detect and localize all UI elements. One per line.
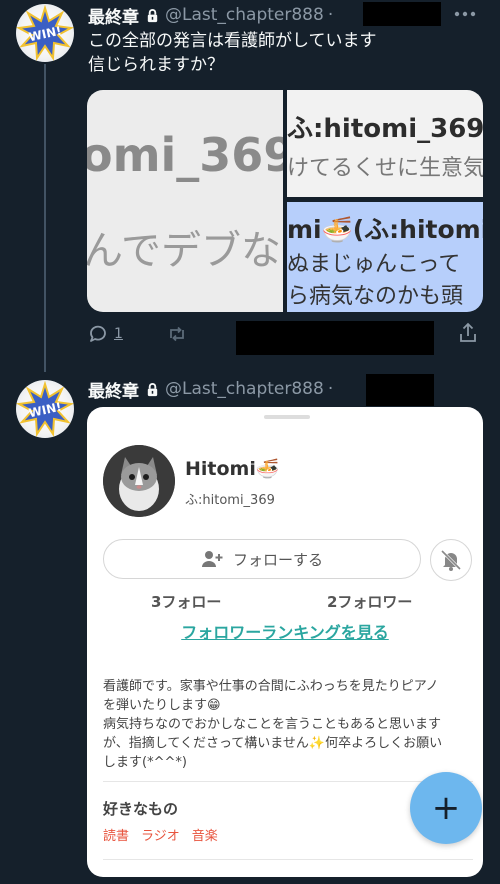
follow-button-label: フォローする <box>232 550 323 569</box>
tweet-text-line: この全部の発言は看護師がしています <box>88 31 377 51</box>
profile-bio: 看護師です。家事や仕事の合間にふわっちを見たりピアノ を弾いたりします😁 病気持… <box>103 677 473 772</box>
likes-tags: 読書 ラジオ 音楽 <box>103 825 230 844</box>
bio-line: 病気持ちなのでおかしなことを言うこともあると思います <box>103 717 442 732</box>
profile-screenshot-image[interactable]: Hitomi🍜 ふ:hitomi_369 フォローする 3フォロー 2フォロワー… <box>87 407 483 877</box>
user-handle[interactable]: @Last_chapter888 <box>165 379 324 399</box>
bio-line: が、指摘してくださって構いません✨何卒よろしくお願い <box>103 736 443 751</box>
like-tag[interactable]: 音楽 <box>192 825 218 844</box>
redaction-box <box>236 321 434 355</box>
followers-count[interactable]: 2フォロワー <box>327 591 412 612</box>
share-icon[interactable] <box>458 322 478 344</box>
media-image-1[interactable]: omi_369) んでデブなの <box>87 90 283 312</box>
retweet-button[interactable] <box>167 324 193 344</box>
user-avatar[interactable]: WIN! <box>16 380 74 438</box>
kitten-image <box>103 445 175 517</box>
bio-line: を弾いたりします😁 <box>103 698 221 713</box>
sheet-grabber <box>264 415 310 419</box>
redaction-box <box>366 374 434 406</box>
media-text: けてるくせに生意気 <box>287 156 483 181</box>
mute-notification-button[interactable] <box>430 539 472 581</box>
tweet-header: 最終章 @Last_chapter888 · <box>88 3 334 28</box>
media-text: ぬまじゅんこって <box>287 252 461 277</box>
reply-button[interactable]: 1 <box>88 324 123 344</box>
lock-icon <box>147 382 158 396</box>
tweet-media-grid[interactable]: omi_369) んでデブなの ふ:hitomi_369) けてるくせに生意気 … <box>87 90 483 312</box>
reply-icon <box>90 325 106 342</box>
profile-photo-kitten <box>103 445 175 517</box>
like-tag[interactable]: 読書 <box>103 825 129 844</box>
retweet-icon <box>170 326 184 342</box>
redaction-box <box>363 2 441 26</box>
media-text: omi_369) <box>87 128 283 182</box>
header-separator: · <box>327 379 334 399</box>
tweet-text: この全部の発言は看護師がしています 信じられますか？ <box>88 29 468 77</box>
profile-user-id: ふ:hitomi_369 <box>185 493 275 508</box>
media-text: ふ:hitomi_369) <box>287 114 483 144</box>
user-handle[interactable]: @Last_chapter888 <box>165 5 324 25</box>
media-text: mi🍜(ふ:hitomi_ <box>287 215 483 244</box>
win-burst-logo: WIN! <box>16 4 74 62</box>
reply-count: 1 <box>114 326 123 342</box>
media-image-2[interactable]: ふ:hitomi_369) けてるくせに生意気 <box>287 90 483 197</box>
likes-section-title: 好きなもの <box>103 800 179 818</box>
follower-ranking-link[interactable]: フォロワーランキングを見る <box>87 619 483 643</box>
bio-line: 看護師です。家事や仕事の合間にふわっちを見たりピアノ <box>103 679 439 694</box>
media-image-3[interactable]: mi🍜(ふ:hitomi_ ぬまじゅんこって ら病気なのかも頭 <box>287 202 483 312</box>
divider <box>103 781 473 782</box>
display-name[interactable]: 最終章 <box>88 3 139 28</box>
like-tag[interactable]: ラジオ <box>141 825 180 844</box>
user-avatar[interactable]: WIN! <box>16 4 74 62</box>
more-options-icon[interactable] <box>454 10 476 18</box>
tweet-header: 最終章 @Last_chapter888 · <box>88 377 334 402</box>
lock-icon <box>147 8 158 22</box>
thread-connector-line <box>44 64 46 372</box>
bio-line: します(*^^*) <box>103 755 187 770</box>
follow-button[interactable]: フォローする <box>103 539 421 579</box>
plus-icon: + <box>431 788 461 828</box>
following-count[interactable]: 3フォロー <box>151 591 221 612</box>
media-text: んでデブなの <box>87 228 283 274</box>
media-text: ら病気なのかも頭 <box>287 284 464 309</box>
floating-add-button[interactable]: + <box>410 772 482 844</box>
bell-off-icon <box>440 549 462 571</box>
profile-display-name: Hitomi🍜 <box>185 458 280 480</box>
divider <box>103 859 473 860</box>
tweet-text-line: 信じられますか？ <box>88 55 224 75</box>
tweet-actions: 1 <box>88 322 237 346</box>
header-separator: · <box>327 5 334 25</box>
add-user-icon <box>201 551 223 567</box>
display-name[interactable]: 最終章 <box>88 377 139 402</box>
win-burst-logo: WIN! <box>16 380 74 438</box>
